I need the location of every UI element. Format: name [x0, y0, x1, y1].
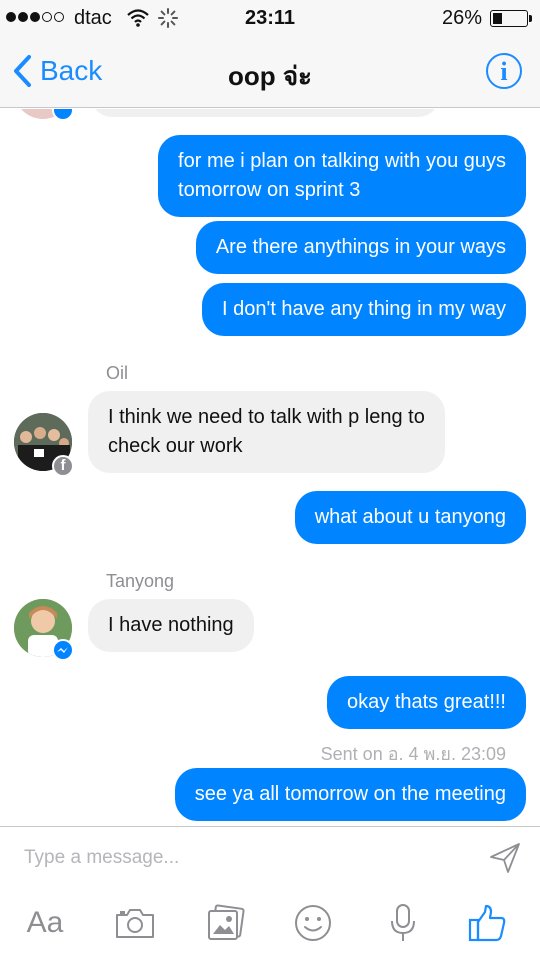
incoming-message[interactable]: I think we need to talk with p leng to c… [88, 391, 445, 473]
outgoing-message[interactable]: okay thats great!!! [327, 676, 526, 729]
thumbs-up-icon [468, 904, 506, 942]
photo-gallery-button[interactable] [202, 903, 248, 943]
facebook-badge-icon: f [52, 455, 74, 477]
text-format-button[interactable]: Aa [22, 903, 68, 943]
navigation-bar: Back oop จ่ะ i [0, 36, 540, 108]
status-bar: dtac 23:11 26% [0, 0, 540, 36]
outgoing-message[interactable]: for me i plan on talking with you guys t… [158, 135, 526, 217]
conversation-title: oop จ่ะ [227, 61, 313, 91]
outgoing-message[interactable]: I don't have any thing in my way [202, 283, 526, 336]
battery-percentage: 26% [441, 7, 482, 29]
outgoing-message[interactable]: what about u tanyong [294, 491, 526, 544]
message-line: tomorrow on sprint 3 [178, 179, 361, 201]
message-input[interactable] [24, 843, 464, 873]
messenger-badge-icon [52, 639, 74, 661]
emoji-button[interactable] [290, 903, 336, 943]
message-composer: Aa [0, 826, 540, 960]
camera-button[interactable] [112, 903, 158, 943]
messenger-badge-icon [52, 109, 74, 121]
message-line: for me i plan on talking with you guys [178, 150, 506, 172]
sender-name: Oil [106, 363, 128, 383]
outgoing-message[interactable]: see ya all tomorrow on the meeting [174, 768, 526, 821]
sender-name: Tanyong [106, 571, 175, 591]
like-button[interactable] [464, 903, 510, 943]
message-line: check our work [108, 435, 243, 457]
voice-record-button[interactable] [380, 903, 426, 943]
microphone-icon [391, 904, 415, 941]
message-bubble-partial [90, 109, 440, 117]
message-line: I think we need to talk with p leng to [108, 406, 425, 428]
message-thread[interactable]: for me i plan on talking with you guys t… [0, 109, 540, 826]
sent-timestamp: Sent on อ. 4 พ.ย. 23:09 [320, 744, 506, 764]
photo-gallery-icon [208, 904, 245, 940]
info-button[interactable]: i [486, 53, 522, 89]
camera-icon [116, 909, 154, 938]
send-icon[interactable] [488, 841, 522, 875]
outgoing-message[interactable]: Are there anythings in your ways [195, 221, 526, 274]
incoming-message[interactable]: I have nothing [88, 599, 254, 652]
emoji-icon [295, 905, 331, 941]
battery-icon [490, 10, 528, 27]
